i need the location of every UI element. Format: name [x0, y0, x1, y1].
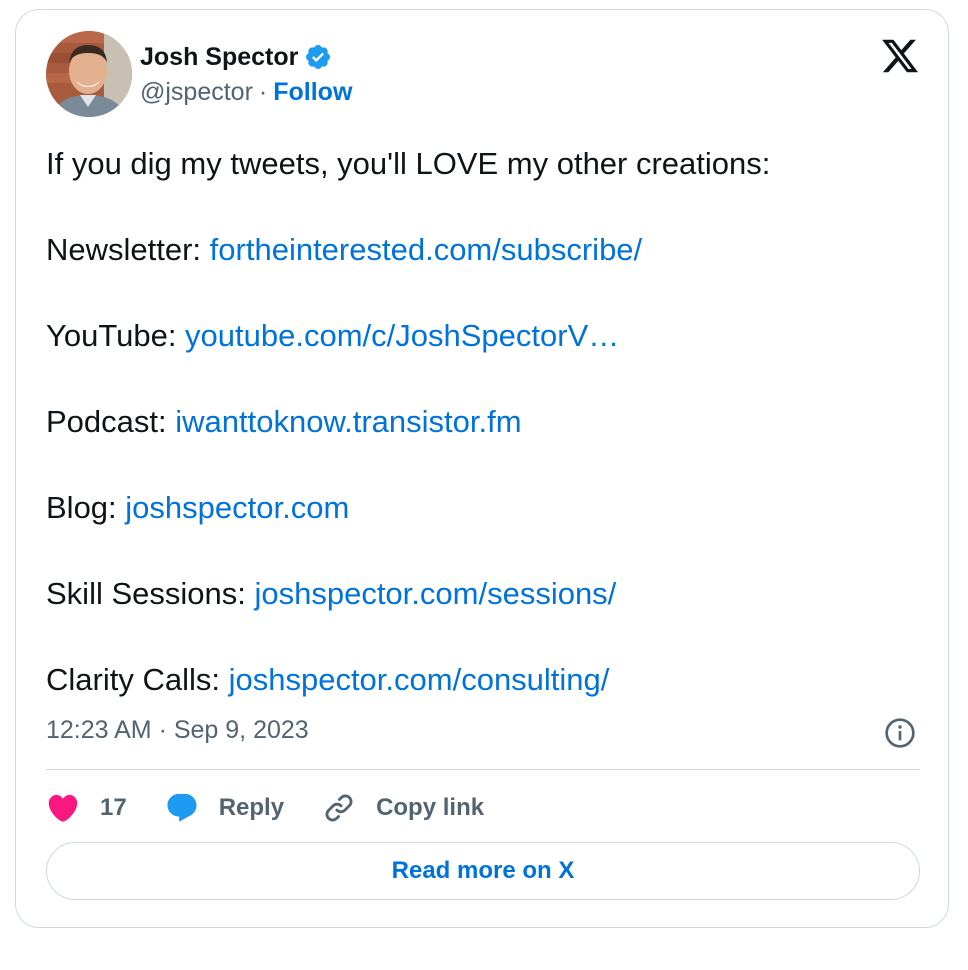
- tweet-intro: If you dig my tweets, you'll LOVE my oth…: [46, 146, 771, 181]
- like-button[interactable]: 17: [46, 791, 127, 825]
- tweet-line-skill-sessions: Skill Sessions: joshspector.com/sessions…: [46, 574, 616, 614]
- blog-link[interactable]: joshspector.com: [125, 490, 349, 525]
- copy-link-label: Copy link: [376, 794, 485, 821]
- author-handle[interactable]: @jspector: [140, 78, 253, 107]
- follow-button[interactable]: Follow: [273, 78, 352, 107]
- tweet-line-podcast: Podcast: iwanttoknow.transistor.fm: [46, 402, 522, 442]
- tweet-card: Josh Spector @jspector · Follow If you d…: [15, 9, 949, 928]
- author-handle-row: @jspector · Follow: [140, 78, 352, 107]
- copy-link-button[interactable]: Copy link: [322, 791, 484, 825]
- divider: [46, 769, 920, 770]
- tweet-line-blog: Blog: joshspector.com: [46, 488, 349, 528]
- line-label: Newsletter:: [46, 232, 210, 267]
- reply-bubble-icon: [167, 793, 197, 822]
- newsletter-link[interactable]: fortheinterested.com/subscribe/: [210, 232, 643, 267]
- heart-icon: [48, 794, 78, 822]
- clarity-calls-link[interactable]: joshspector.com/consulting/: [229, 662, 610, 697]
- line-label: YouTube:: [46, 318, 186, 353]
- link-icon: [325, 794, 353, 822]
- info-icon[interactable]: [884, 717, 916, 749]
- tweet-line-clarity-calls: Clarity Calls: joshspector.com/consultin…: [46, 660, 609, 700]
- like-count: 17: [100, 794, 127, 821]
- line-label: Blog:: [46, 490, 126, 525]
- tweet-line-youtube: YouTube: youtube.com/c/JoshSpectorV…: [46, 316, 619, 356]
- separator-dot: ·: [258, 78, 268, 106]
- verified-badge-icon: [304, 43, 332, 71]
- line-label: Skill Sessions:: [46, 576, 255, 611]
- x-logo-icon[interactable]: [880, 36, 920, 76]
- read-more-button[interactable]: Read more on X: [46, 842, 920, 900]
- youtube-link[interactable]: youtube.com/c/JoshSpectorV…: [185, 318, 619, 353]
- action-bar: 17 Reply Copy link: [46, 788, 522, 828]
- line-label: Podcast:: [46, 404, 176, 439]
- avatar[interactable]: [46, 31, 132, 117]
- skill-sessions-link[interactable]: joshspector.com/sessions/: [254, 576, 616, 611]
- line-label: Clarity Calls:: [46, 662, 229, 697]
- tweet-line-newsletter: Newsletter: fortheinterested.com/subscri…: [46, 230, 642, 270]
- author-name[interactable]: Josh Spector: [140, 43, 298, 72]
- author-name-row: Josh Spector: [140, 40, 332, 74]
- tweet-timestamp[interactable]: 12:23 AM · Sep 9, 2023: [46, 716, 309, 745]
- podcast-link[interactable]: iwanttoknow.transistor.fm: [175, 404, 521, 439]
- reply-label: Reply: [218, 794, 285, 821]
- reply-button[interactable]: Reply: [165, 791, 284, 825]
